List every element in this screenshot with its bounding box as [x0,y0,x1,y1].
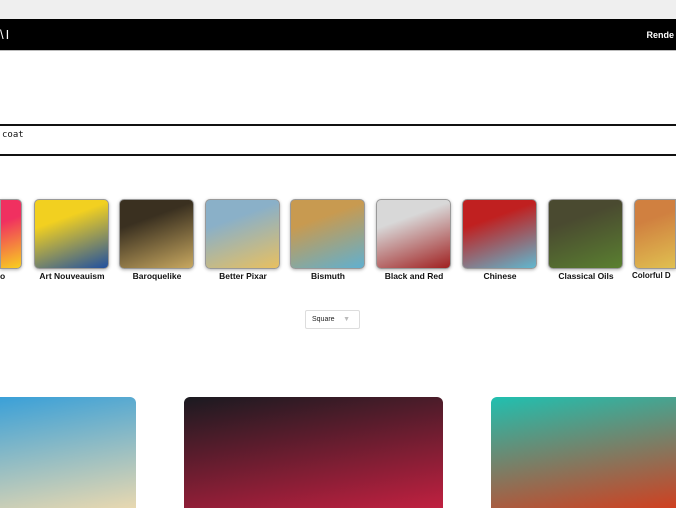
style-tile[interactable] [290,199,365,269]
style-tile[interactable] [0,199,22,269]
prompt-input[interactable]: coat [0,124,676,156]
style-label: Art Nouveauism [39,271,105,281]
style-label: Black and Red [384,271,444,281]
style-label: Chinese [483,271,517,281]
style-tile[interactable] [548,199,623,269]
aspect-ratio-value: Square [312,316,335,323]
style-tile[interactable] [34,199,109,269]
gallery-image[interactable] [0,397,136,508]
style-tile[interactable] [634,199,676,269]
style-tile[interactable] [205,199,280,269]
style-tile[interactable] [376,199,451,269]
style-label: Classical Oils [558,271,614,281]
style-label: Better Pixar [219,271,267,281]
prompt-text: coat [2,130,24,140]
gallery-image[interactable] [491,397,676,508]
style-tile[interactable] [119,199,194,269]
style-label: Baroquelike [132,271,182,281]
logo[interactable]: \I [0,27,11,42]
chevron-down-icon: ▼ [343,316,350,323]
style-label: Colorful D [632,271,671,280]
top-nav: \I Rende [0,19,676,51]
browser-bar [0,0,676,19]
nav-link-render[interactable]: Rende [646,30,674,40]
style-label: Bismuth [311,271,345,281]
aspect-ratio-select[interactable]: Square ▼ [305,310,360,329]
style-label: o [0,271,6,281]
gallery-image[interactable] [184,397,443,508]
style-tile[interactable] [462,199,537,269]
